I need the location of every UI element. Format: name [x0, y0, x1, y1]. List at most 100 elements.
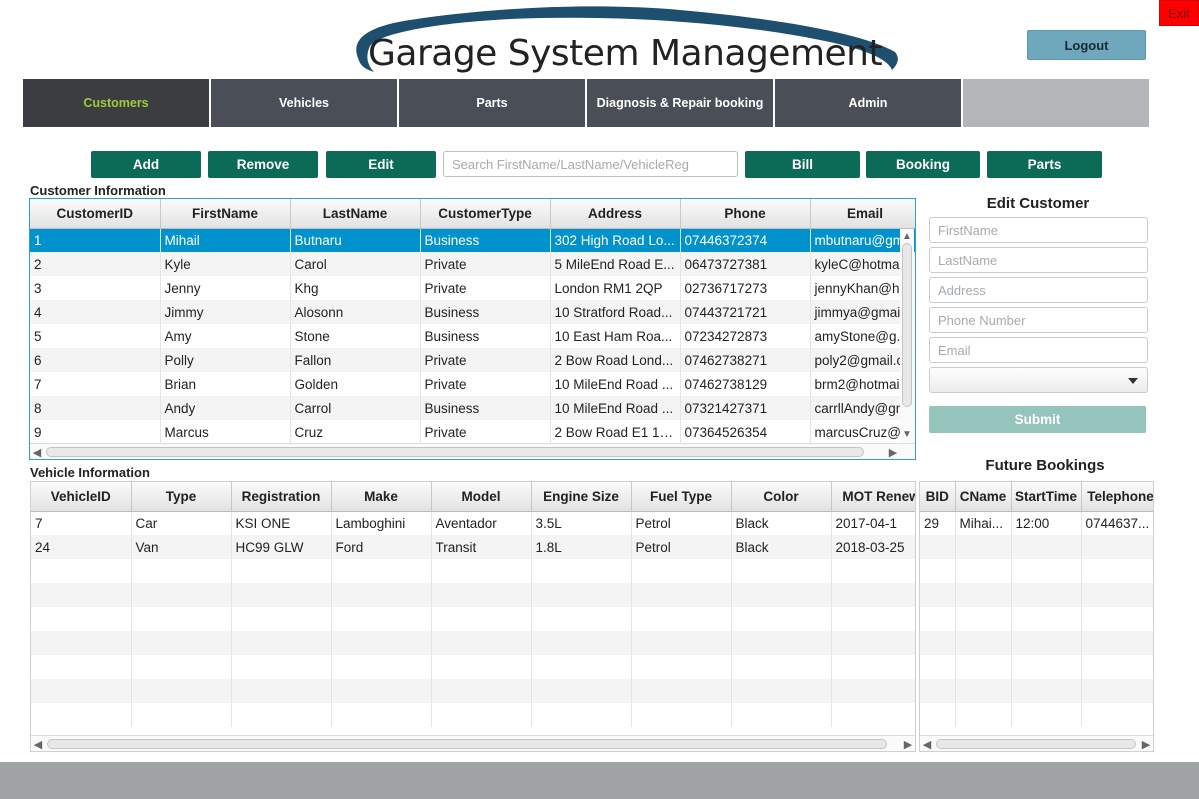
table-cell [331, 679, 432, 703]
customer-column-header[interactable]: CustomerID [30, 199, 161, 229]
booking-column-header[interactable]: Telephone [1081, 482, 1153, 512]
empty-table-row[interactable] [920, 535, 1153, 559]
tab-vehicles[interactable]: Vehicles [211, 79, 397, 127]
customer-column-header[interactable]: Email [810, 199, 915, 229]
table-row[interactable]: 7 Brian Golden Private 10 MileEnd Road ... 07… [30, 372, 915, 396]
table-row[interactable]: 3 Jenny Khg Private London RM1 2QP 0273671727… [30, 276, 915, 300]
tab-customers[interactable]: Customers [23, 79, 209, 127]
empty-table-row[interactable] [31, 607, 915, 631]
customer-column-header[interactable]: Phone [680, 199, 811, 229]
table-cell: Business [420, 324, 551, 348]
email-field[interactable] [929, 337, 1148, 363]
remove-button[interactable]: Remove [208, 151, 318, 178]
table-cell: Black [731, 511, 832, 535]
table-row[interactable]: 5 Amy Stone Business 10 East Ham Roa... 07234… [30, 324, 915, 348]
table-cell: 1.8L [531, 535, 632, 559]
table-cell [920, 655, 956, 679]
vehicle-column-header[interactable]: Model [431, 482, 532, 512]
add-button[interactable]: Add [91, 151, 201, 178]
table-cell [531, 679, 632, 703]
table-row[interactable]: 6 Polly Fallon Private 2 Bow Road Lond... 074… [30, 348, 915, 372]
vehicle-column-header[interactable]: MOT Renew [831, 482, 915, 512]
customer-column-header[interactable]: CustomerType [420, 199, 551, 229]
exit-button[interactable]: Exit [1159, 0, 1199, 26]
table-cell [431, 631, 532, 655]
table-cell [131, 583, 232, 607]
empty-table-row[interactable] [31, 583, 915, 607]
customer-type-select[interactable] [929, 367, 1148, 393]
customer-column-header[interactable]: Address [550, 199, 681, 229]
vehicle-column-header[interactable]: Make [331, 482, 432, 512]
table-cell [1081, 655, 1153, 679]
table-row[interactable]: 7 Car KSI ONE Lamboghini Aventador 3.5L Petrol… [31, 511, 915, 535]
vehicle-information-title: Vehicle Information [30, 465, 150, 480]
vehicle-column-header[interactable]: Type [131, 482, 232, 512]
table-row[interactable]: 2 Kyle Carol Private 5 MileEnd Road E... 0647… [30, 252, 915, 276]
table-row[interactable]: 8 Andy Carrol Business 10 MileEnd Road ... 07… [30, 396, 915, 420]
bill-button[interactable]: Bill [745, 151, 860, 178]
table-cell [631, 559, 732, 583]
empty-table-row[interactable] [920, 583, 1153, 607]
customer-column-header[interactable]: LastName [290, 199, 421, 229]
booking-column-header[interactable]: CName [955, 482, 1012, 512]
bookings-horizontal-scrollbar[interactable]: ◀ ▶ [920, 735, 1153, 751]
table-cell [531, 607, 632, 631]
empty-table-row[interactable] [920, 607, 1153, 631]
table-cell: 5 MileEnd Road E... [550, 252, 681, 276]
lastname-field[interactable] [929, 247, 1148, 273]
table-cell [31, 703, 132, 727]
empty-table-row[interactable] [31, 703, 915, 727]
address-field[interactable] [929, 277, 1148, 303]
vehicle-column-header[interactable]: VehicleID [31, 482, 132, 512]
edit-button[interactable]: Edit [326, 151, 436, 178]
table-row[interactable]: 4 Jimmy Alosonn Business 10 Stratford Road..… [30, 300, 915, 324]
table-row[interactable]: 24 Van HC99 GLW Ford Transit 1.8L Petrol Black 2… [31, 535, 915, 559]
empty-table-row[interactable] [31, 559, 915, 583]
tab-parts[interactable]: Parts [399, 79, 585, 127]
booking-column-header[interactable]: StartTime [1011, 482, 1082, 512]
vehicle-column-header[interactable]: Registration [231, 482, 332, 512]
phone-number-field[interactable] [929, 307, 1148, 333]
empty-table-row[interactable] [31, 631, 915, 655]
empty-table-row[interactable] [920, 655, 1153, 679]
firstname-field[interactable] [929, 217, 1148, 243]
vehicle-column-header[interactable]: Color [731, 482, 832, 512]
table-cell [431, 655, 532, 679]
table-row[interactable]: 29 Mihai... 12:00 0744637... [920, 511, 1153, 535]
tab-diagnosis-repair-booking[interactable]: Diagnosis & Repair booking [587, 79, 773, 127]
customer-column-header[interactable]: FirstName [160, 199, 291, 229]
booking-button[interactable]: Booking [866, 151, 980, 178]
future-bookings-table[interactable]: BID CName StartTime Telephone 29 Mihai... 12:… [919, 481, 1154, 752]
vehicle-horizontal-scrollbar[interactable]: ◀ ▶ [31, 735, 915, 751]
logout-button[interactable]: Logout [1027, 30, 1146, 60]
empty-table-row[interactable] [31, 655, 915, 679]
empty-table-row[interactable] [31, 679, 915, 703]
search-input[interactable] [443, 151, 738, 177]
customer-horizontal-scrollbar[interactable]: ◀ ▶ [30, 443, 915, 459]
table-row[interactable]: 1 Mihail Butnaru Business 302 High Road Lo..… [30, 228, 915, 252]
submit-button[interactable]: Submit [929, 406, 1146, 433]
table-row[interactable]: 9 Marcus Cruz Private 2 Bow Road E1 1HB 07364… [30, 420, 915, 444]
table-cell [31, 655, 132, 679]
tab-admin[interactable]: Admin [775, 79, 961, 127]
vehicle-column-header[interactable]: Engine Size [531, 482, 632, 512]
table-cell: 7 [31, 511, 132, 535]
empty-table-row[interactable] [920, 703, 1153, 727]
table-cell: Andy [160, 396, 291, 420]
vehicle-table[interactable]: VehicleID Type Registration Make Model Engine… [30, 481, 916, 752]
table-cell [920, 583, 956, 607]
parts-button[interactable]: Parts [987, 151, 1102, 178]
table-cell [231, 631, 332, 655]
empty-table-row[interactable] [920, 559, 1153, 583]
empty-table-row[interactable] [920, 679, 1153, 703]
empty-table-row[interactable] [920, 631, 1153, 655]
vehicle-column-header[interactable]: Fuel Type [631, 482, 732, 512]
table-cell: Mihail [160, 228, 291, 252]
table-cell: Ford [331, 535, 432, 559]
table-cell: Jimmy [160, 300, 291, 324]
customer-table[interactable]: CustomerID FirstName LastName CustomerType A… [29, 198, 916, 460]
table-cell [331, 607, 432, 631]
booking-column-header[interactable]: BID [920, 482, 956, 512]
customer-vertical-scrollbar[interactable]: ▲ ▼ [900, 229, 914, 443]
future-bookings-title: Future Bookings [985, 457, 1105, 474]
